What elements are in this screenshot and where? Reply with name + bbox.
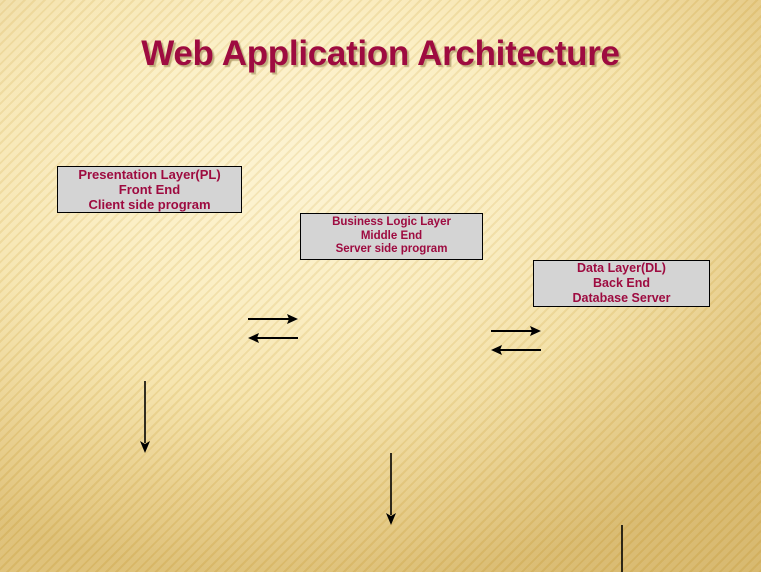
business-logic-line2: Middle End	[360, 229, 423, 242]
business-logic-line3: Server side program	[335, 243, 448, 256]
business-logic-layer-box: Business Logic Layer Middle End Server s…	[300, 213, 483, 260]
data-layer-line2: Back End	[593, 276, 650, 291]
arrow-down-icon	[140, 381, 150, 453]
bidirectional-arrow-icon	[248, 314, 298, 343]
presentation-layer-line2: Front End	[118, 181, 181, 197]
slide-canvas: Web Application Architecture Presentatio…	[0, 0, 761, 572]
bidirectional-arrow-icon	[491, 326, 541, 355]
presentation-layer-line1: Presentation Layer(PL)	[78, 166, 221, 182]
arrow-down-icon	[621, 525, 623, 572]
data-layer-box: Data Layer(DL) Back End Database Server	[533, 260, 710, 307]
arrow-down-icon	[386, 453, 396, 525]
presentation-layer-box: Presentation Layer(PL) Front End Client …	[57, 166, 242, 213]
connector-presentation-business	[248, 311, 761, 343]
connector-data-down	[615, 525, 761, 572]
page-title: Web Application Architecture	[141, 34, 620, 73]
connector-business-down	[384, 453, 761, 525]
data-layer-line3: Database Server	[572, 290, 671, 305]
data-layer-line1: Data Layer(DL)	[577, 261, 666, 276]
connector-business-data	[491, 323, 761, 355]
business-logic-line1: Business Logic Layer	[332, 216, 451, 229]
connector-presentation-down	[138, 381, 761, 453]
presentation-layer-line3: Client side program	[88, 197, 211, 213]
